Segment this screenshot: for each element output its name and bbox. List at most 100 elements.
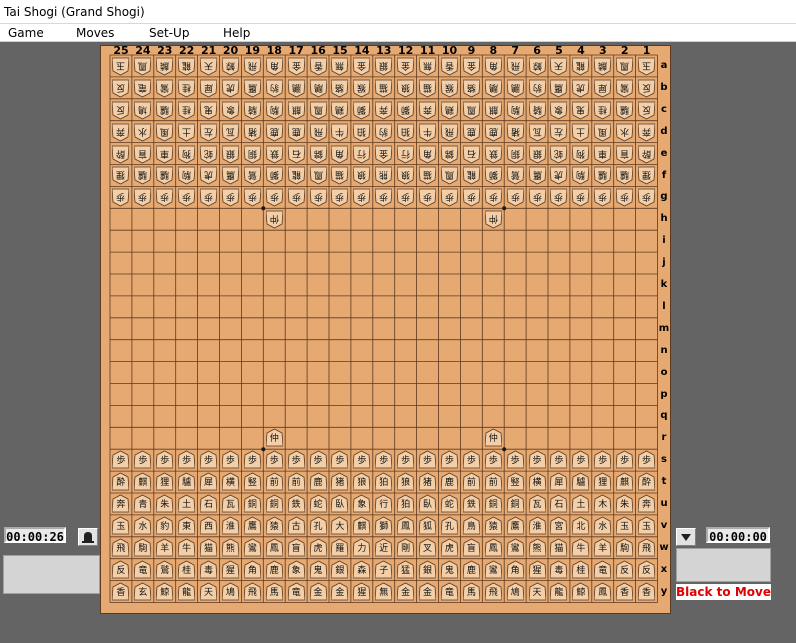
shogi-piece[interactable]: 歩 xyxy=(200,187,218,207)
shogi-piece[interactable]: 瓦 xyxy=(221,122,239,142)
shogi-piece[interactable]: 駒 xyxy=(616,538,634,558)
shogi-piece[interactable]: 鵰 xyxy=(309,78,327,98)
shogi-piece[interactable]: 前 xyxy=(265,472,283,492)
shogi-piece[interactable]: 歩 xyxy=(594,187,612,207)
shogi-piece[interactable]: 鷹 xyxy=(528,165,546,185)
shogi-piece[interactable]: 歩 xyxy=(287,450,305,470)
shogi-piece[interactable]: 桂 xyxy=(572,560,590,580)
shogi-piece[interactable]: 猫 xyxy=(419,165,437,185)
shogi-piece[interactable]: 反 xyxy=(112,78,130,98)
shogi-piece[interactable]: 麒 xyxy=(134,472,152,492)
shogi-piece[interactable]: 鯨 xyxy=(528,56,546,76)
shogi-piece[interactable]: 猪 xyxy=(419,472,437,492)
shogi-piece[interactable]: 臥 xyxy=(419,494,437,514)
shogi-piece[interactable]: 馬 xyxy=(462,582,480,602)
shogi-piece[interactable]: 森 xyxy=(353,560,371,580)
shogi-piece[interactable]: 風 xyxy=(594,122,612,142)
shogi-piece[interactable]: 銀 xyxy=(419,560,437,580)
shogi-piece[interactable]: 飛 xyxy=(440,122,458,142)
shogi-piece[interactable]: 飛 xyxy=(243,582,261,602)
shogi-piece[interactable]: 銅 xyxy=(265,494,283,514)
shogi-piece[interactable]: 歩 xyxy=(638,450,656,470)
shogi-piece[interactable]: 騎 xyxy=(528,100,546,120)
shogi-piece[interactable]: 貉 xyxy=(331,78,349,98)
shogi-piece[interactable]: 象 xyxy=(353,494,371,514)
shogi-piece[interactable]: 歩 xyxy=(200,450,218,470)
shogi-piece[interactable]: 鹿 xyxy=(462,560,480,580)
shogi-piece[interactable]: 狛 xyxy=(375,472,393,492)
shogi-piece[interactable]: 土 xyxy=(572,494,590,514)
shogi-piece[interactable]: 狼 xyxy=(397,472,415,492)
shogi-piece[interactable]: 玉 xyxy=(638,56,656,76)
shogi-piece[interactable]: 鬼 xyxy=(572,100,590,120)
shogi-piece[interactable]: 臥 xyxy=(331,494,349,514)
shogi-piece[interactable]: 獅 xyxy=(375,516,393,536)
shogi-piece[interactable]: 鹿 xyxy=(309,472,327,492)
shogi-piece[interactable]: 玄 xyxy=(134,582,152,602)
shogi-piece[interactable]: 水 xyxy=(616,122,634,142)
shogi-piece[interactable]: 驢 xyxy=(572,472,590,492)
shogi-piece[interactable]: 犀 xyxy=(200,472,218,492)
shogi-piece[interactable]: 天 xyxy=(528,582,546,602)
shogi-piece[interactable]: 歩 xyxy=(397,450,415,470)
shogi-piece[interactable]: 反 xyxy=(638,560,656,580)
shogi-piece[interactable]: 猿 xyxy=(484,516,502,536)
shogi-piece[interactable]: 豹 xyxy=(265,78,283,98)
shogi-piece[interactable]: 鉄 xyxy=(484,144,502,164)
shogi-piece[interactable]: 鉄 xyxy=(265,144,283,164)
shogi-piece[interactable]: 角 xyxy=(484,56,502,76)
shogi-piece[interactable]: 銀 xyxy=(221,144,239,164)
shogi-piece[interactable]: 銀 xyxy=(528,144,546,164)
shogi-piece[interactable]: 歩 xyxy=(462,187,480,207)
shogi-piece[interactable]: 牛 xyxy=(572,538,590,558)
shogi-piece[interactable]: 猪 xyxy=(331,472,349,492)
shogi-piece[interactable]: 無 xyxy=(375,582,393,602)
bell-button[interactable] xyxy=(78,528,98,546)
shogi-piece[interactable]: 銅 xyxy=(243,144,261,164)
shogi-piece[interactable]: 瓦 xyxy=(528,122,546,142)
shogi-piece[interactable]: 無 xyxy=(419,56,437,76)
shogi-piece[interactable]: 石 xyxy=(200,494,218,514)
shogi-piece[interactable]: 歩 xyxy=(572,450,590,470)
shogi-piece[interactable]: 風 xyxy=(156,122,174,142)
shogi-piece[interactable]: 水 xyxy=(134,122,152,142)
shogi-piece[interactable]: 狼 xyxy=(353,472,371,492)
shogi-piece[interactable]: 歩 xyxy=(134,187,152,207)
shogi-piece[interactable]: 奔 xyxy=(112,122,130,142)
shogi-piece[interactable]: 銅 xyxy=(506,144,524,164)
shogi-piece[interactable]: 鷹 xyxy=(506,516,524,536)
shogi-piece[interactable]: 北 xyxy=(572,516,590,536)
shogi-piece[interactable]: 鵰 xyxy=(484,78,502,98)
shogi-piece[interactable]: 狛 xyxy=(353,122,371,142)
shogi-piece[interactable]: 牛 xyxy=(419,122,437,142)
shogi-piece[interactable]: 猴 xyxy=(440,78,458,98)
shogi-piece[interactable]: 鶏 xyxy=(331,100,349,120)
shogi-piece[interactable]: 飛 xyxy=(243,56,261,76)
shogi-piece[interactable]: 犀 xyxy=(550,472,568,492)
shogi-piece[interactable]: 歩 xyxy=(638,187,656,207)
shogi-piece[interactable]: 駒 xyxy=(506,100,524,120)
shogi-piece[interactable]: 豹 xyxy=(528,78,546,98)
shogi-piece[interactable]: 犀 xyxy=(594,78,612,98)
shogi-piece[interactable]: 象 xyxy=(221,100,239,120)
shogi-piece[interactable]: 猛 xyxy=(397,560,415,580)
shogi-piece[interactable]: 虎 xyxy=(550,165,568,185)
shogi-piece[interactable]: 麟 xyxy=(156,56,174,76)
shogi-piece[interactable]: 石 xyxy=(550,494,568,514)
shogi-piece[interactable]: 銀 xyxy=(375,56,393,76)
shogi-piece[interactable]: 龍 xyxy=(550,582,568,602)
shogi-piece[interactable]: 鷹 xyxy=(550,78,568,98)
shogi-piece[interactable]: 叉 xyxy=(419,538,437,558)
flip-button[interactable] xyxy=(676,528,696,546)
shogi-piece[interactable]: 反 xyxy=(112,100,130,120)
shogi-piece[interactable]: 歩 xyxy=(506,187,524,207)
shogi-piece[interactable]: 力 xyxy=(353,538,371,558)
shogi-piece[interactable]: 鳩 xyxy=(506,582,524,602)
shogi-piece[interactable]: 鯨 xyxy=(572,582,590,602)
shogi-piece[interactable]: 猪 xyxy=(506,122,524,142)
shogi-piece[interactable]: 酔 xyxy=(112,144,130,164)
shogi-piece[interactable]: 歩 xyxy=(375,450,393,470)
shogi-piece[interactable]: 錦 xyxy=(440,144,458,164)
shogi-piece[interactable]: 歩 xyxy=(134,450,152,470)
shogi-piece[interactable]: 仲 xyxy=(484,428,502,448)
